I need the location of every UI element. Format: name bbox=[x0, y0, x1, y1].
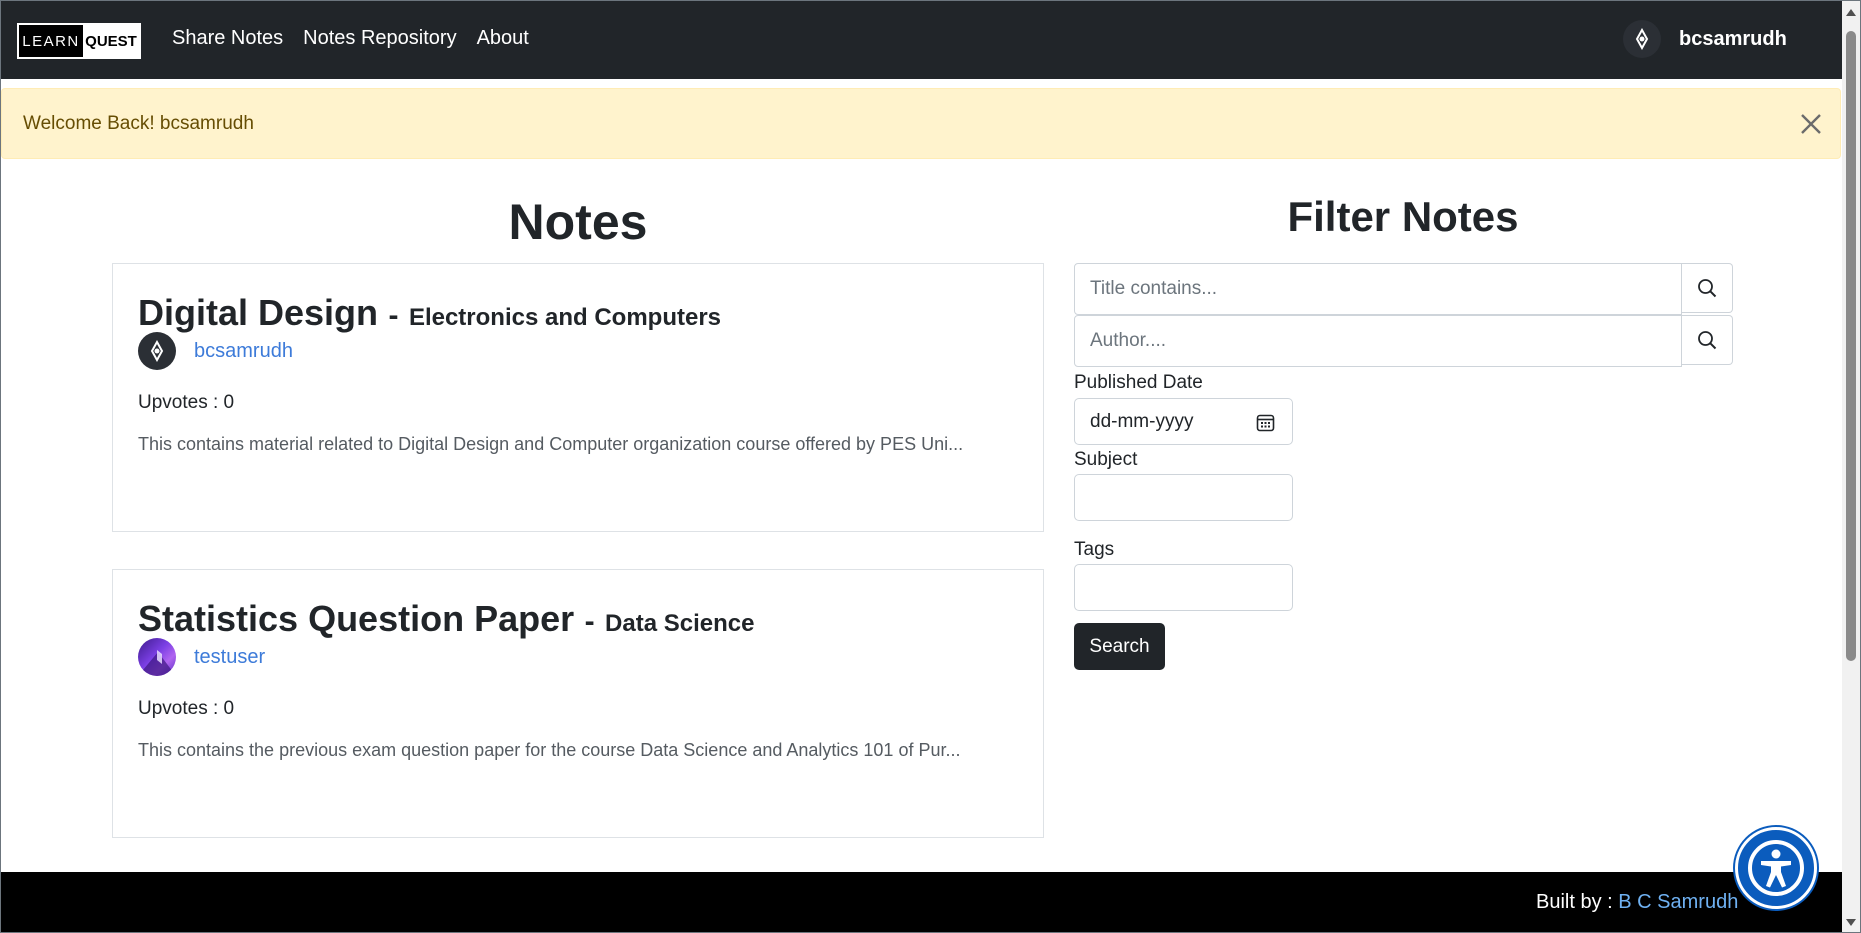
published-date-label: Published Date bbox=[1074, 372, 1203, 393]
scroll-up-icon[interactable] bbox=[1846, 9, 1856, 16]
author-search-input[interactable] bbox=[1074, 315, 1682, 367]
note-description: This contains material related to Digita… bbox=[138, 434, 964, 454]
note-author: bcsamrudh bbox=[138, 332, 293, 370]
user-menu[interactable]: bcsamrudh bbox=[1623, 20, 1787, 58]
note-title-row: Statistics Question Paper - Data Science bbox=[138, 598, 754, 640]
search-submit-button[interactable]: Search bbox=[1074, 623, 1165, 670]
avatar-icon bbox=[138, 332, 176, 370]
search-icon bbox=[1698, 331, 1717, 350]
calendar-icon[interactable] bbox=[1256, 413, 1275, 432]
nav-links: Share Notes Notes Repository About bbox=[172, 27, 529, 50]
author-search-group bbox=[1074, 315, 1733, 367]
date-placeholder: dd-mm-yyyy bbox=[1090, 410, 1194, 432]
author-link[interactable]: bcsamrudh bbox=[194, 340, 293, 363]
brand-logo[interactable]: LEARN QUEST bbox=[17, 23, 141, 59]
page: LEARN QUEST Share Notes Notes Repository… bbox=[0, 0, 1861, 933]
brand-quest: QUEST bbox=[83, 25, 139, 57]
upvotes-count: Upvotes : 0 bbox=[138, 698, 235, 719]
title-search-button[interactable] bbox=[1682, 263, 1733, 313]
upvotes-count: Upvotes : 0 bbox=[138, 392, 235, 413]
nav-share-notes[interactable]: Share Notes bbox=[172, 27, 283, 50]
published-date-input[interactable]: dd-mm-yyyy bbox=[1074, 398, 1293, 445]
tags-input[interactable] bbox=[1074, 564, 1293, 611]
brand-learn: LEARN bbox=[19, 25, 83, 57]
note-card[interactable]: Statistics Question Paper - Data Science… bbox=[112, 569, 1044, 838]
note-subject: Electronics and Computers bbox=[408, 304, 722, 331]
title-separator: - bbox=[388, 299, 399, 332]
note-title[interactable]: Digital Design bbox=[138, 292, 378, 333]
author-search-button[interactable] bbox=[1682, 315, 1733, 365]
note-card[interactable]: Digital Design - Electronics and Compute… bbox=[112, 263, 1044, 532]
alert-text: Welcome Back! bcsamrudh bbox=[23, 112, 254, 134]
navbar: LEARN QUEST Share Notes Notes Repository… bbox=[1, 1, 1844, 79]
user-name: bcsamrudh bbox=[1679, 27, 1787, 50]
tags-label: Tags bbox=[1074, 539, 1115, 560]
filter-heading: Filter Notes bbox=[1287, 193, 1519, 240]
subject-label: Subject bbox=[1074, 449, 1138, 470]
footer-prefix: Built by : bbox=[1536, 891, 1619, 913]
nav-notes-repository[interactable]: Notes Repository bbox=[303, 27, 456, 50]
vertical-scrollbar[interactable] bbox=[1842, 1, 1860, 932]
welcome-alert: Welcome Back! bcsamrudh bbox=[1, 88, 1841, 159]
footer-author-link[interactable]: B C Samrudh bbox=[1618, 891, 1738, 913]
footer: Built by : B C Samrudh bbox=[1, 872, 1844, 932]
footer-credit: Built by : B C Samrudh bbox=[1536, 891, 1738, 914]
note-subject: Data Science bbox=[605, 610, 755, 637]
avatar-icon bbox=[138, 638, 176, 676]
nav-about[interactable]: About bbox=[477, 27, 529, 50]
accessibility-button[interactable] bbox=[1735, 827, 1817, 909]
title-search-group bbox=[1074, 263, 1733, 315]
subject-input[interactable] bbox=[1074, 474, 1293, 521]
title-separator: - bbox=[584, 605, 595, 638]
avatar-icon bbox=[1623, 20, 1661, 58]
note-title-row: Digital Design - Electronics and Compute… bbox=[138, 292, 721, 334]
search-icon bbox=[1698, 279, 1717, 298]
accessibility-icon bbox=[1748, 840, 1804, 896]
note-description: This contains the previous exam question… bbox=[138, 740, 961, 760]
note-author: testuser bbox=[138, 638, 265, 676]
close-icon[interactable] bbox=[1798, 111, 1824, 137]
note-title[interactable]: Statistics Question Paper bbox=[138, 598, 574, 639]
title-search-input[interactable] bbox=[1074, 263, 1682, 315]
notes-heading: Notes bbox=[508, 194, 648, 250]
scroll-down-icon[interactable] bbox=[1846, 919, 1856, 926]
scroll-thumb[interactable] bbox=[1846, 31, 1856, 661]
author-link[interactable]: testuser bbox=[194, 646, 265, 669]
